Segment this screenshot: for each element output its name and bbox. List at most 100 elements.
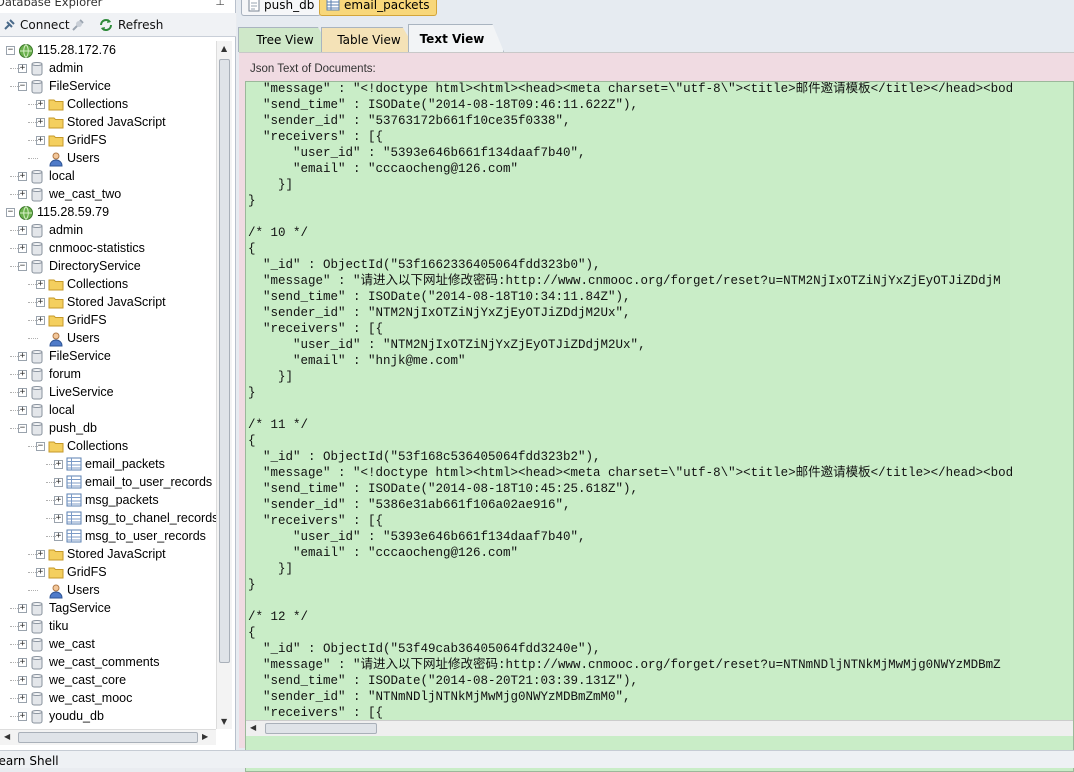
scroll-left-icon[interactable]: ◀	[4, 732, 10, 741]
tree-node[interactable]: admin	[30, 221, 83, 239]
tree-node[interactable]: msg_to_chanel_records	[66, 509, 218, 527]
tree-node[interactable]: msg_to_user_records	[66, 527, 206, 545]
tree-node[interactable]: we_cast_comments	[30, 653, 159, 671]
tree-connector	[46, 518, 56, 519]
collapse-icon[interactable]: −	[6, 208, 15, 217]
tree-node[interactable]: Users	[48, 149, 100, 167]
tree-connector	[10, 176, 20, 177]
document-tab-strip: push_db email_packets	[237, 0, 1074, 18]
tree-connector	[46, 536, 56, 537]
code-line: "message" : "请进入以下网址修改密码:http://www.cnmo…	[248, 274, 1001, 288]
tree-node-label: FileService	[49, 349, 111, 363]
tree-node[interactable]: youdu_db	[30, 707, 104, 725]
tree-node[interactable]: we_cast	[30, 635, 95, 653]
tree-node-label: FileService	[49, 79, 111, 93]
tree-node[interactable]: Users	[48, 581, 100, 599]
tree-node[interactable]: push_db	[30, 419, 97, 437]
scroll-left-icon[interactable]: ◀	[250, 723, 256, 732]
tree-node[interactable]: GridFS	[48, 131, 107, 149]
tree-vertical-scroll-thumb[interactable]	[219, 59, 230, 663]
editor-horizontal-scroll-thumb[interactable]	[265, 723, 377, 734]
connect-button[interactable]: Connect	[2, 15, 70, 35]
tree-connector	[10, 698, 20, 699]
doc-tab-label: push_db	[264, 0, 315, 12]
tree-node-label: msg_packets	[85, 493, 159, 507]
tree-node[interactable]: we_cast_two	[30, 185, 121, 203]
json-text-label: Json Text of Documents:	[250, 63, 376, 75]
tree-node[interactable]: local	[30, 401, 75, 419]
code-line: {	[248, 242, 256, 256]
folder-icon	[48, 97, 64, 111]
tree-node[interactable]: DirectoryService	[30, 257, 141, 275]
tree-node[interactable]: LiveService	[30, 383, 114, 401]
user-icon	[48, 151, 64, 167]
tree-node[interactable]: local	[30, 167, 75, 185]
tree-node[interactable]: TagService	[30, 599, 111, 617]
tree-node-label: Collections	[67, 277, 129, 291]
tree-node[interactable]: Users	[48, 329, 100, 347]
database-icon	[30, 349, 46, 364]
tree-node[interactable]: we_cast_mooc	[30, 689, 132, 707]
tree-node-label: admin	[49, 61, 84, 75]
document-area: push_db email_packets Tree View Table Vi…	[237, 0, 1074, 772]
tree-node[interactable]: admin	[30, 59, 83, 77]
tree-connector	[10, 680, 20, 681]
tab-text-view[interactable]: Text View	[408, 24, 504, 52]
folder-icon	[48, 313, 64, 327]
tree-node[interactable]: Collections	[48, 437, 128, 455]
tree-node-label: msg_to_chanel_records	[85, 511, 218, 525]
code-line: "sender_id" : "53763172b661f10ce35f0338"…	[248, 114, 571, 128]
scroll-right-icon[interactable]: ▶	[202, 732, 208, 741]
tree-node[interactable]: tiku	[30, 617, 68, 635]
tree-node[interactable]: 115.28.172.76	[18, 41, 116, 59]
tab-tree-view[interactable]: Tree View	[238, 27, 332, 52]
database-icon	[30, 223, 46, 238]
tree-node[interactable]: Stored JavaScript	[48, 545, 166, 563]
scroll-down-icon[interactable]: ▼	[221, 717, 227, 726]
tree-node[interactable]: Stored JavaScript	[48, 293, 166, 311]
tree-node[interactable]: 115.28.59.79	[18, 203, 109, 221]
tree-node[interactable]: we_cast_core	[30, 671, 126, 689]
tree-node[interactable]: msg_packets	[66, 491, 159, 509]
tree-connector	[28, 302, 38, 303]
pin-icon[interactable]: ⊥	[215, 0, 225, 8]
tree-node[interactable]: forum	[30, 365, 81, 383]
collapse-icon[interactable]: −	[6, 46, 15, 55]
tree-connector	[28, 590, 38, 591]
tree-node[interactable]: Stored JavaScript	[48, 113, 166, 131]
database-explorer-panel: Database Explorer ⊥ Connect Refresh 115.…	[0, 0, 236, 750]
database-tree[interactable]: 115.28.172.76− admin + FileService − Collecti…	[0, 41, 218, 729]
tab-table-view[interactable]: Table View	[321, 27, 417, 52]
tree-node-label: Stored JavaScript	[67, 295, 166, 309]
tree-node-label: GridFS	[67, 313, 107, 327]
tree-node-label: GridFS	[67, 133, 107, 147]
tree-node[interactable]: GridFS	[48, 563, 107, 581]
refresh-button[interactable]: Refresh	[98, 15, 163, 35]
doc-tab-push-db[interactable]: push_db	[241, 0, 322, 16]
disconnect-button[interactable]	[70, 15, 86, 35]
tree-node[interactable]: email_to_user_records	[66, 473, 212, 491]
tree-node[interactable]: GridFS	[48, 311, 107, 329]
code-line: /* 10 */	[248, 226, 309, 240]
json-text-editor[interactable]: "message" : "<!doctype html><html><head>…	[245, 81, 1074, 772]
database-icon	[30, 421, 46, 436]
tree-connector	[10, 716, 20, 717]
tree-node[interactable]: cnmooc-statistics	[30, 239, 145, 257]
code-line: "receivers" : [{	[248, 706, 384, 720]
editor-horizontal-scrollbar[interactable]: ◀	[246, 720, 1073, 736]
tree-node[interactable]: FileService	[30, 347, 111, 365]
scroll-up-icon[interactable]: ▲	[221, 44, 227, 53]
tree-horizontal-scrollbar[interactable]: ◀ ▶	[0, 729, 216, 745]
tree-node-label: we_cast_two	[49, 187, 122, 201]
tree-node[interactable]: Collections	[48, 95, 128, 113]
explorer-title: Database Explorer	[0, 0, 103, 9]
tree-vertical-scrollbar[interactable]: ▲ ▼	[216, 41, 232, 729]
doc-tab-email-packets[interactable]: email_packets	[319, 0, 437, 16]
code-line: }	[248, 386, 256, 400]
tree-horizontal-scroll-thumb[interactable]	[18, 732, 198, 743]
tree-node[interactable]: Collections	[48, 275, 128, 293]
tree-node[interactable]: email_packets	[66, 455, 165, 473]
tree-node[interactable]: FileService	[30, 77, 111, 95]
code-line: "email" : "cccaocheng@126.com"	[248, 546, 519, 560]
